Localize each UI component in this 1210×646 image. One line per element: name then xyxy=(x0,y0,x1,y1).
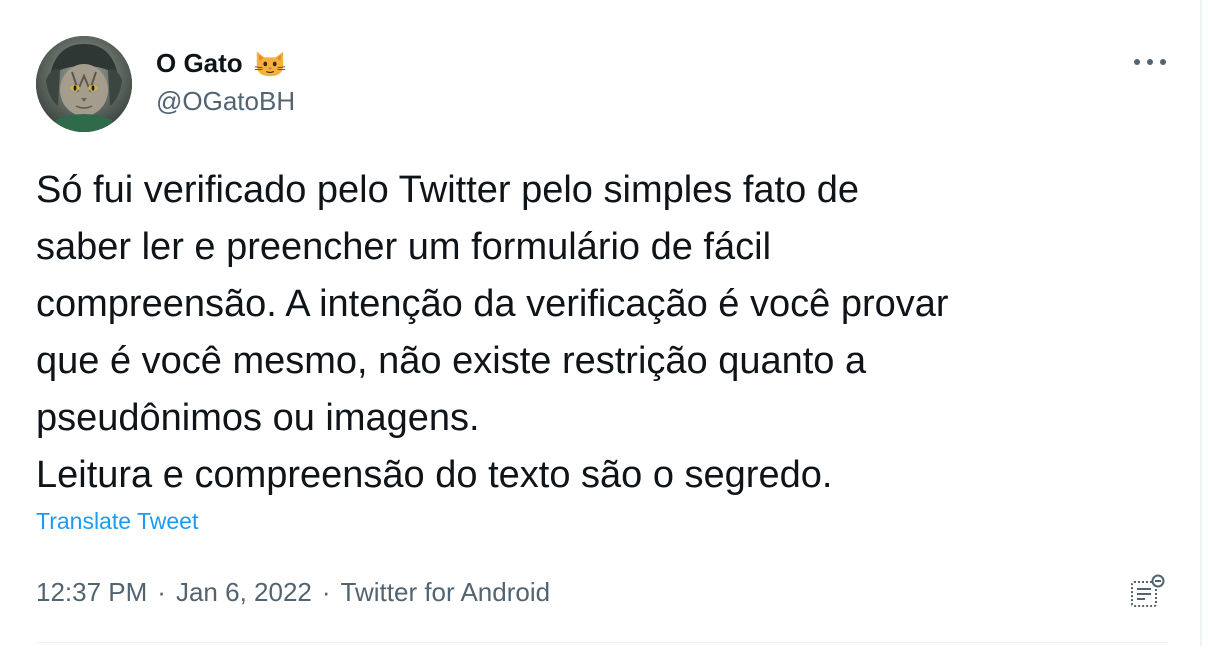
ellipsis-icon xyxy=(1134,59,1166,65)
meta-separator: · xyxy=(157,576,166,607)
tweet-card: O Gato @OGatoBH Só fui verificado pelo T… xyxy=(0,0,1200,646)
tweet-metadata: 12:37 PM · Jan 6, 2022 · Twitter for And… xyxy=(36,574,550,610)
cat-face-emoji-icon xyxy=(254,51,285,77)
divider xyxy=(36,642,1168,643)
tweet-source[interactable]: Twitter for Android xyxy=(341,577,551,608)
tweet-author[interactable]: O Gato @OGatoBH xyxy=(156,44,295,117)
meta-separator: · xyxy=(321,576,331,607)
user-handle[interactable]: @OGatoBH xyxy=(156,86,295,117)
more-options-button[interactable] xyxy=(1130,48,1170,76)
translate-tweet-link[interactable]: Translate Tweet xyxy=(36,508,198,535)
avatar[interactable] xyxy=(36,36,132,132)
tweet-date[interactable]: Jan 6, 2022 xyxy=(176,577,312,608)
display-name-row: O Gato xyxy=(156,44,295,82)
tweet-analytics-button[interactable] xyxy=(1126,574,1168,610)
display-name[interactable]: O Gato xyxy=(156,48,243,79)
frame-border xyxy=(1200,0,1202,646)
tweet-time[interactable]: 12:37 PM xyxy=(36,577,147,608)
cat-avatar-image xyxy=(36,36,132,132)
analytics-icon xyxy=(1131,574,1165,607)
tweet-text: Só fui verificado pelo Twitter pelo simp… xyxy=(36,169,949,496)
